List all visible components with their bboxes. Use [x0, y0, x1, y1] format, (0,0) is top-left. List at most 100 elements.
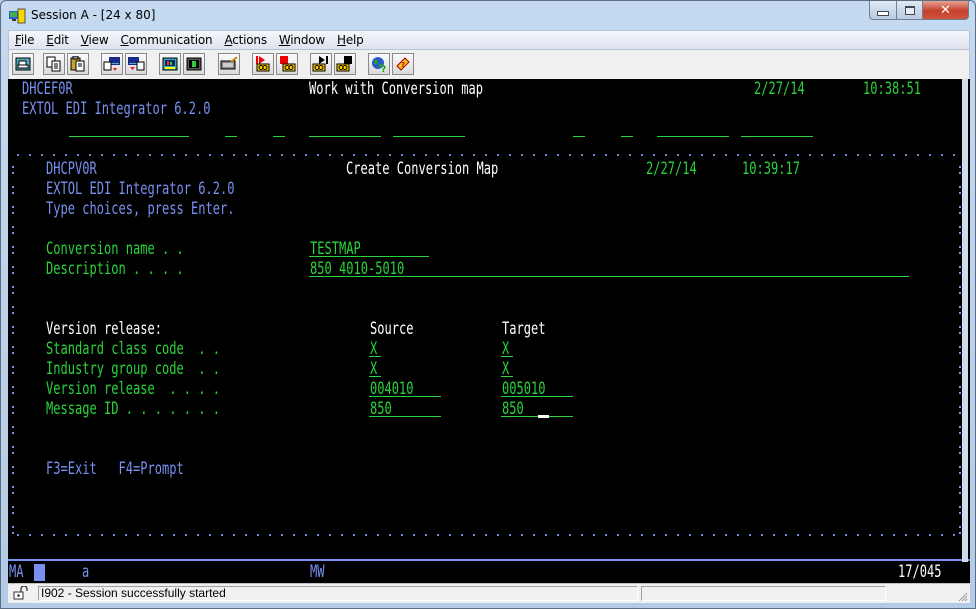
- border-dot: [959, 492, 961, 494]
- stop-playing-button[interactable]: [334, 53, 356, 75]
- resize-grip-icon[interactable]: [956, 590, 968, 602]
- display-setup-button[interactable]: [159, 53, 181, 75]
- message-id-source-input[interactable]: [369, 416, 441, 417]
- border-dot: [12, 352, 14, 354]
- bg-time: 10:38:51: [863, 79, 922, 98]
- status-message: I902 - Session successfully started: [38, 586, 638, 601]
- menu-file[interactable]: File: [9, 33, 40, 47]
- version-release-source-input[interactable]: [369, 396, 441, 397]
- border-dot: [12, 292, 14, 294]
- border-dot: [959, 166, 961, 168]
- border-dot: [12, 472, 14, 474]
- industry-group-code-target-input[interactable]: [501, 376, 513, 377]
- border-dot: [12, 446, 14, 448]
- paste-button[interactable]: [67, 53, 89, 75]
- maximize-icon: [904, 5, 915, 15]
- menu-communication[interactable]: Communication: [114, 33, 218, 47]
- border-dot: [12, 266, 14, 268]
- industry-group-code-source-input[interactable]: [369, 376, 381, 377]
- description-input[interactable]: [309, 276, 909, 277]
- version-release-target-input[interactable]: [501, 396, 573, 397]
- menu-help[interactable]: Help: [331, 33, 370, 47]
- popup-instructions: Type choices, press Enter.: [46, 199, 235, 218]
- copy-button[interactable]: [43, 53, 65, 75]
- border-dot: [959, 392, 961, 394]
- minimize-button[interactable]: [869, 1, 897, 20]
- border-dot: [959, 486, 961, 488]
- bg-input-field[interactable]: [657, 136, 729, 137]
- border-dot: [12, 406, 14, 408]
- border-dot: [12, 512, 14, 514]
- send-file-button[interactable]: [101, 53, 123, 75]
- border-dot: [959, 432, 961, 434]
- border-dot: [959, 406, 961, 408]
- popup-program-name: DHCPV0R: [46, 159, 97, 178]
- standard-class-code-target-input[interactable]: [501, 356, 513, 357]
- popup-border-top: [12, 154, 962, 156]
- border-dot: [12, 326, 14, 328]
- play-macro-button[interactable]: [310, 53, 332, 75]
- border-dot: [959, 326, 961, 328]
- border-dot: [959, 532, 961, 534]
- bg-input-field[interactable]: [741, 136, 813, 137]
- conversion-name-input[interactable]: [309, 256, 429, 257]
- border-dot: [959, 212, 961, 214]
- menu-actions[interactable]: Actions: [218, 33, 272, 47]
- border-dot: [12, 192, 14, 194]
- bg-date: 2/27/14: [754, 79, 805, 98]
- border-dot: [959, 472, 961, 474]
- bg-screen-title: Work with Conversion map: [309, 79, 484, 98]
- close-button[interactable]: ✕: [923, 1, 969, 20]
- border-dot: [12, 306, 14, 308]
- border-dot: [12, 332, 14, 334]
- border-dot: [959, 412, 961, 414]
- maximize-button[interactable]: [897, 1, 923, 20]
- bg-input-field[interactable]: [309, 136, 381, 137]
- app-icon: [9, 8, 26, 24]
- copy-icon: [46, 56, 61, 72]
- bg-input-field[interactable]: [273, 136, 285, 137]
- print-screen-button[interactable]: [12, 53, 34, 75]
- bg-input-field[interactable]: [225, 136, 237, 137]
- border-dot: [12, 252, 14, 254]
- border-dot: [959, 352, 961, 354]
- border-dot: [12, 166, 14, 168]
- border-dot: [12, 366, 14, 368]
- web-button[interactable]: ?: [368, 53, 390, 75]
- oia-indicator: a: [82, 562, 90, 581]
- keyboard-map-button[interactable]: [218, 53, 240, 75]
- bg-input-field[interactable]: [573, 136, 585, 137]
- print-screen-icon: [15, 57, 31, 71]
- menu-view[interactable]: View: [75, 33, 115, 47]
- bg-input-field[interactable]: [621, 136, 633, 137]
- border-dot: [959, 206, 961, 208]
- bg-input-field[interactable]: [393, 136, 465, 137]
- svg-text:?: ?: [401, 61, 405, 69]
- border-dot: [959, 452, 961, 454]
- menu-window[interactable]: Window: [273, 33, 331, 47]
- border-dot: [959, 246, 961, 248]
- standard-class-code-source-input[interactable]: [369, 356, 381, 357]
- border-dot: [12, 272, 14, 274]
- border-dot: [959, 332, 961, 334]
- terminal-screen[interactable]: DHCEF0R Work with Conversion map 2/27/14…: [8, 79, 970, 562]
- version-release-heading: Version release:: [46, 319, 163, 338]
- message-id-target-input[interactable]: [501, 416, 573, 417]
- oia-separator: [8, 559, 970, 561]
- bg-input-field[interactable]: [69, 136, 189, 137]
- help-button[interactable]: ?: [392, 53, 414, 75]
- title-bar[interactable]: Session A - [24 x 80] ✕: [1, 1, 975, 31]
- border-dot: [12, 392, 14, 394]
- vertical-scrollbar[interactable]: [962, 79, 968, 562]
- menu-edit[interactable]: Edit: [40, 33, 74, 47]
- menu-bar: File Edit View Communication Actions Win…: [8, 30, 970, 50]
- popup-product-name: EXTOL EDI Integrator 6.2.0: [46, 179, 235, 198]
- status-cell-secondary: [641, 586, 886, 601]
- stop-macro-button[interactable]: [276, 53, 298, 75]
- color-map-button[interactable]: [183, 53, 205, 75]
- receive-file-button[interactable]: [125, 53, 147, 75]
- record-macro-button[interactable]: [252, 53, 274, 75]
- border-dot: [959, 526, 961, 528]
- bg-product-name: EXTOL EDI Integrator 6.2.0: [22, 99, 211, 118]
- web-icon: ?: [372, 57, 386, 72]
